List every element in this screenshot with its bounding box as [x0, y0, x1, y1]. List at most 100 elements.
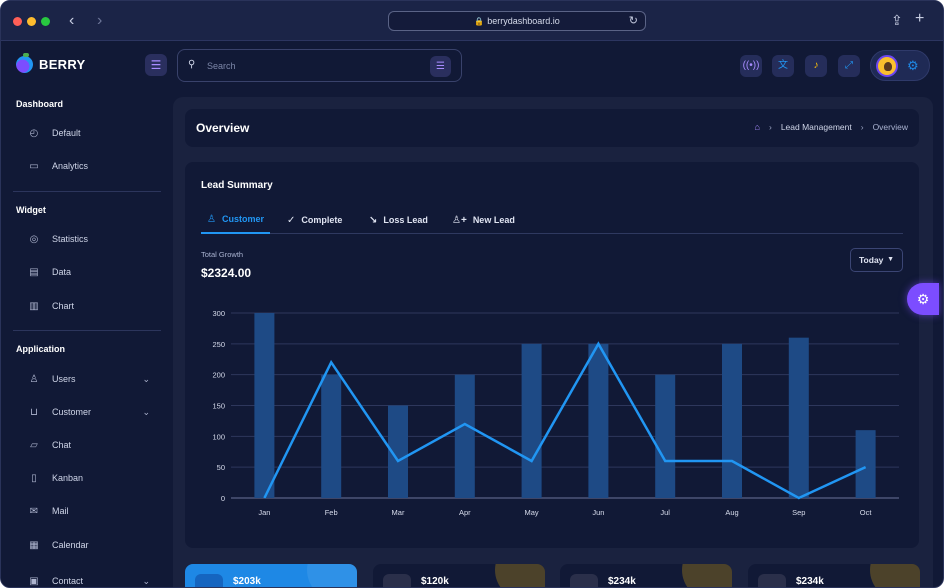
stat-card[interactable]: $234k [748, 564, 920, 587]
bar [321, 374, 342, 498]
card-decoration [307, 564, 357, 587]
search-input[interactable]: Search [207, 61, 236, 71]
breadcrumb: ⌂ › Lead Management › Overview [755, 122, 908, 132]
mail-icon: ✉ [29, 505, 39, 517]
tab-complete[interactable]: ✓ Complete [281, 206, 348, 234]
filter-button[interactable]: ☰ [430, 56, 451, 77]
y-tick-label: 50 [217, 463, 225, 472]
profile-button[interactable]: ⚙ [870, 50, 930, 81]
tab-label: New Lead [472, 215, 515, 225]
sidebar-item-chat[interactable]: ▱ Chat [28, 435, 158, 455]
sidebar-item-calendar[interactable]: ▦ Calendar [28, 535, 158, 555]
sidebar-item-label: Chat [52, 440, 72, 450]
translate-icon: 文 [778, 60, 788, 71]
messages-icon: ▱ [30, 439, 38, 451]
maximize-window-dot[interactable] [41, 17, 50, 26]
sidebar-item-analytics[interactable]: ▭ Analytics [28, 156, 158, 176]
tab-customer[interactable]: ♙ Customer [201, 206, 270, 234]
lead-tabs: ♙ Customer ✓ Complete ↘ Loss Lead ♙+ New Lea… [201, 206, 903, 234]
device-analytics-icon: ▭ [29, 160, 39, 172]
stat-card[interactable]: $234k [560, 564, 732, 587]
bar [855, 430, 876, 498]
app-window: ‹ › 🔒 berrydashboard.io ↻ ⇪ + BERRY ☰ Das… [0, 0, 944, 588]
sidebar-item-chart[interactable]: ▥ Chart [28, 296, 158, 316]
bar [722, 343, 742, 498]
sidebar: BERRY ☰ Dashboard ◴ Default ▭ Analytics Wi… [1, 42, 173, 587]
logo[interactable]: BERRY [16, 53, 86, 73]
users-icon [758, 574, 786, 587]
sidebar-item-customer[interactable]: ⊔ Customer ⌄ [28, 402, 158, 422]
x-tick-label: Jan [258, 508, 270, 517]
breadcrumb-item[interactable]: Lead Management [781, 122, 852, 132]
section-title-dashboard: Dashboard [16, 99, 64, 109]
stat-value: $234k [608, 576, 636, 587]
adjustments-icon: ☰ [436, 61, 445, 72]
search-box: ⚲ Search ☰ [177, 49, 462, 82]
berry-logo-icon [16, 53, 33, 73]
reload-icon[interactable]: ↻ [629, 12, 638, 30]
menu-toggle-button[interactable]: ☰ [145, 54, 167, 76]
period-select[interactable]: Today ▼ [850, 248, 903, 272]
tab-new-lead[interactable]: ♙+ New Lead [446, 206, 521, 234]
stat-value: $203k [233, 576, 261, 587]
lock-icon: 🔒 [474, 17, 485, 26]
search-icon: ⚲ [188, 59, 196, 70]
settings-gear-icon: ⚙ [907, 58, 919, 73]
sidebar-item-contact[interactable]: ▣ Contact ⌄ [28, 571, 158, 587]
sidebar-item-kanban[interactable]: ▯ Kanban [28, 468, 158, 488]
y-tick-label: 0 [221, 494, 225, 503]
bar [521, 343, 542, 498]
user-plus-icon: ♙+ [452, 214, 467, 226]
back-arrow-icon[interactable]: ‹ [69, 12, 74, 30]
share-icon[interactable]: ⇪ [891, 12, 903, 29]
menu-icon: ☰ [150, 58, 162, 72]
stat-card[interactable]: $120k [373, 564, 545, 587]
minimize-window-dot[interactable] [27, 17, 36, 26]
x-tick-label: May [525, 508, 539, 517]
close-window-dot[interactable] [13, 17, 22, 26]
new-tab-icon[interactable]: + [915, 10, 924, 28]
sidebar-item-label: Kanban [52, 473, 84, 483]
breadcrumb-current: Overview [872, 122, 908, 132]
y-tick-label: 200 [212, 371, 225, 380]
notifications-button[interactable]: ♪ [805, 55, 827, 77]
live-button[interactable]: ((•)) [740, 55, 762, 77]
broadcast-icon: ((•)) [742, 60, 760, 71]
sidebar-item-users[interactable]: ♙ Users ⌄ [28, 369, 158, 389]
customize-button[interactable]: ⚙ [907, 283, 939, 315]
url-bar[interactable]: 🔒 berrydashboard.io ↻ [388, 11, 646, 31]
app-name: BERRY [39, 57, 86, 72]
trending-down-icon: ↘ [369, 214, 378, 226]
sidebar-item-label: Data [52, 267, 72, 277]
caret-down-icon: ▼ [887, 256, 894, 263]
language-button[interactable]: 文 [772, 55, 794, 77]
stat-card[interactable]: $203k [185, 564, 357, 587]
card-decoration [682, 564, 732, 587]
tab-loss-lead[interactable]: ↘ Loss Lead [363, 206, 434, 234]
x-tick-label: Apr [459, 508, 471, 517]
chevron-down-icon: ⌄ [142, 373, 150, 384]
growth-value: $2324.00 [201, 266, 252, 280]
sidebar-item-data[interactable]: ▤ Data [28, 262, 158, 282]
circle-check-icon: ✓ [287, 214, 296, 226]
card-decoration [870, 564, 920, 587]
stat-value: $120k [421, 576, 449, 587]
basket-icon: ⊔ [30, 406, 38, 418]
section-title-application: Application [16, 344, 65, 354]
sidebar-item-label: Users [52, 374, 76, 384]
sidebar-item-label: Statistics [52, 234, 89, 244]
fullscreen-button[interactable]: ⤢ [838, 55, 860, 77]
y-tick-label: 250 [212, 340, 225, 349]
x-tick-label: Mar [392, 508, 405, 517]
sidebar-item-label: Mail [52, 506, 69, 516]
url-text: berrydashboard.io [487, 16, 560, 26]
tab-label: Loss Lead [383, 215, 428, 225]
sidebar-item-mail[interactable]: ✉ Mail [28, 501, 158, 521]
sidebar-item-default[interactable]: ◴ Default [28, 123, 158, 143]
forward-arrow-icon[interactable]: › [97, 12, 102, 30]
bar [655, 374, 676, 498]
home-icon[interactable]: ⌂ [755, 122, 760, 132]
sidebar-item-label: Analytics [52, 161, 89, 171]
tab-label: Complete [301, 215, 343, 225]
sidebar-item-statistics[interactable]: ◎ Statistics [28, 229, 158, 249]
